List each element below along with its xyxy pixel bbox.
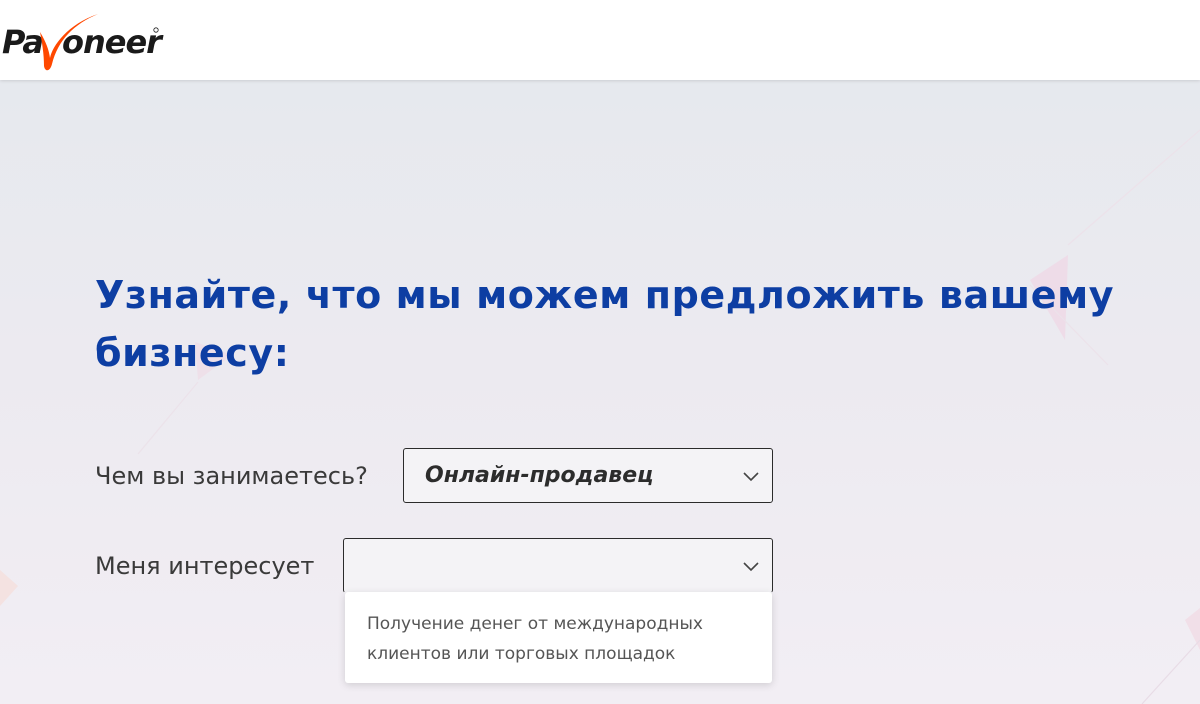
payoneer-logo[interactable]: Pa oneer	[0, 10, 170, 72]
chevron-down-icon	[743, 472, 759, 482]
interest-dropdown-menu: Получение денег от международных клиенто…	[345, 592, 772, 683]
page-title: Узнайте, что мы можем предложить вашему …	[95, 273, 1115, 375]
svg-text:Pa: Pa	[2, 23, 43, 61]
dropdown-option-receive-payments[interactable]: Получение денег от международных клиенто…	[367, 609, 757, 669]
interest-select[interactable]	[343, 538, 773, 593]
hero-section: Узнайте, что мы можем предложить вашему …	[0, 80, 1200, 704]
occupation-label: Чем вы занимаетесь?	[95, 462, 368, 490]
occupation-select-value: Онлайн-продавец	[425, 463, 654, 488]
occupation-select[interactable]: Онлайн-продавец	[403, 448, 773, 503]
site-header: Pa oneer	[0, 0, 1200, 80]
svg-text:oneer: oneer	[62, 23, 164, 61]
interest-label: Меня интересует	[95, 552, 315, 580]
chevron-down-icon	[743, 562, 759, 572]
